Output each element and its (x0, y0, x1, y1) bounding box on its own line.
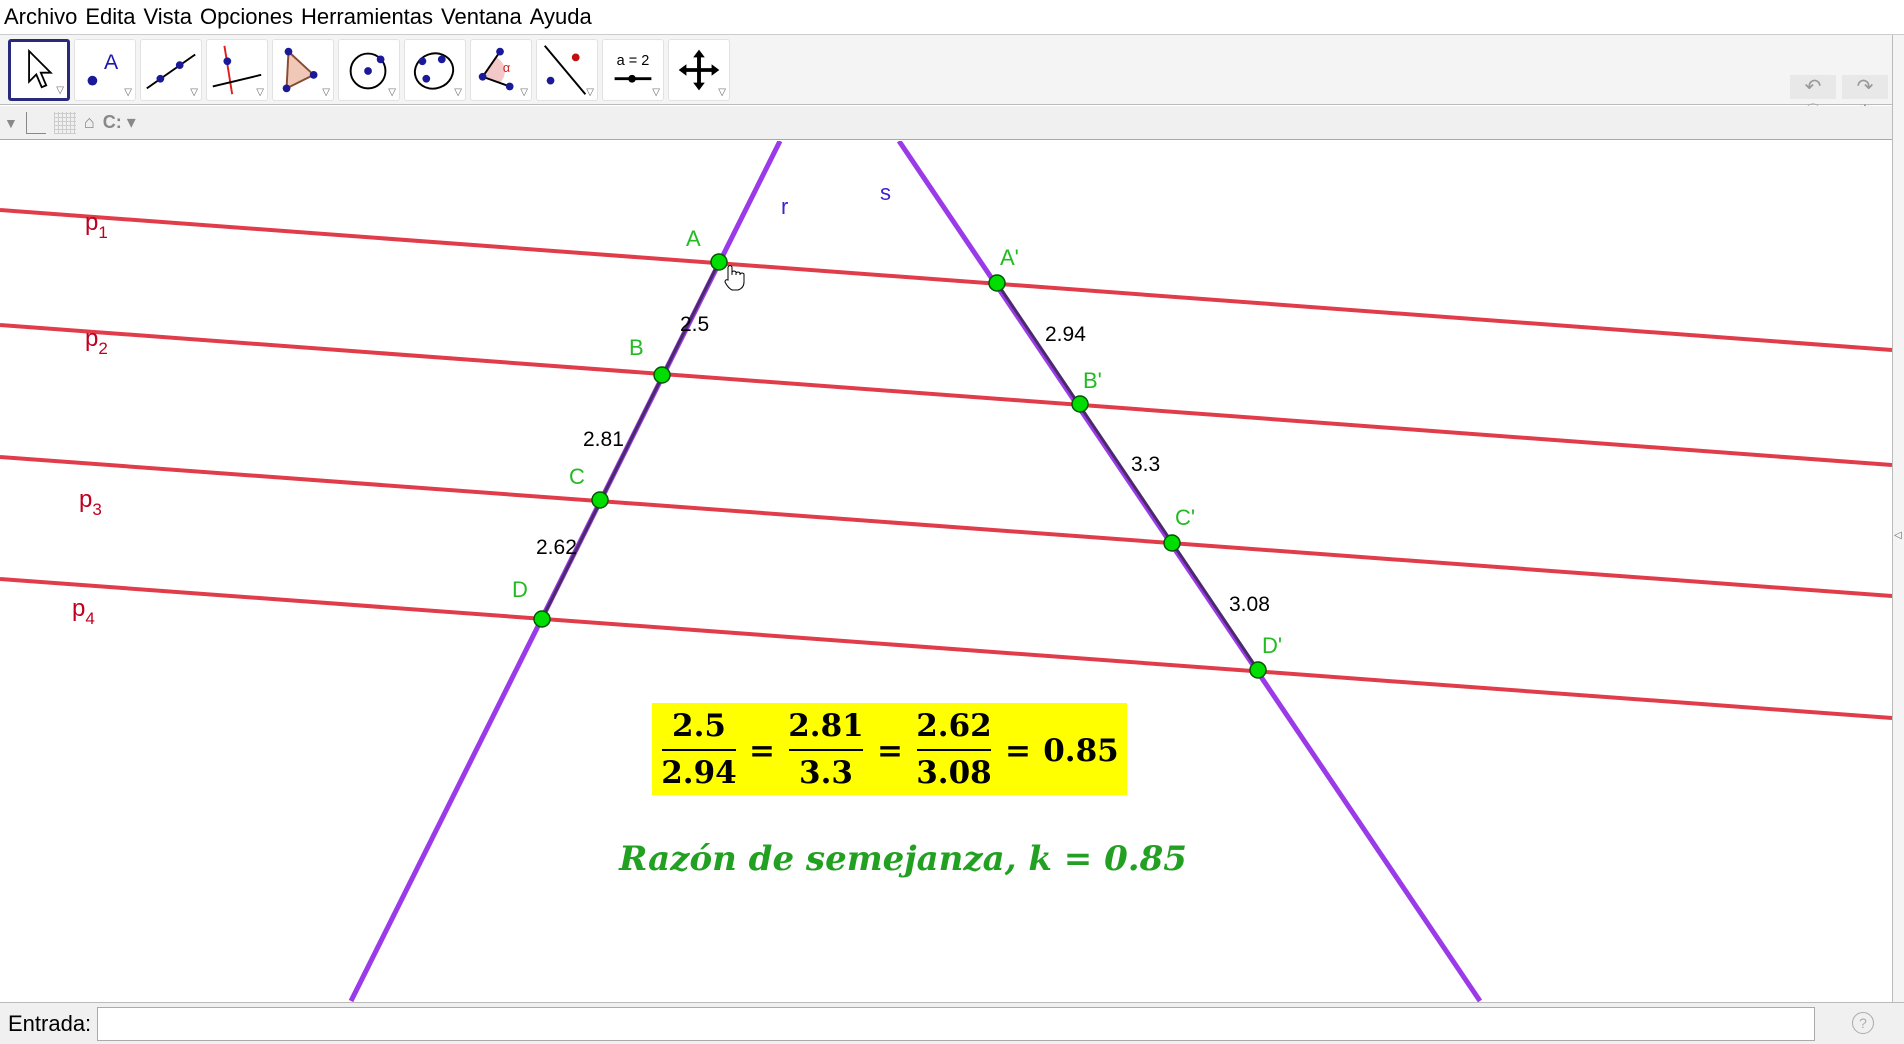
menu-ayuda[interactable]: Ayuda (530, 4, 592, 30)
point-D-prime[interactable] (1249, 661, 1267, 679)
line-label-s: s (880, 180, 891, 205)
parallel-line-p1[interactable] (0, 208, 1892, 352)
svg-text:a = 2: a = 2 (617, 53, 650, 69)
segment-label-BC: 2.81 (583, 428, 624, 451)
point-C[interactable] (591, 491, 609, 509)
segment-label-A'B': 2.94 (1045, 323, 1086, 346)
polygon-tool-button[interactable]: ▽ (272, 39, 334, 101)
parallel-line-p2[interactable] (0, 323, 1892, 467)
menu-vista[interactable]: Vista (144, 4, 193, 30)
redo-icon: ↷ (1856, 76, 1874, 98)
circle-tool-button[interactable]: ▽ (338, 39, 400, 101)
denominator-2: 3.3 (799, 755, 853, 791)
svg-text:α: α (503, 61, 510, 75)
line-tool-button[interactable]: ▽ (140, 39, 202, 101)
segment-label-AB: 2.5 (680, 313, 709, 336)
denominator-3: 3.08 (916, 755, 992, 791)
perpendicular-tool-button[interactable]: ▽ (206, 39, 268, 101)
menu-bar: Archivo Edita Vista Opciones Herramienta… (0, 0, 1904, 35)
conic-tool-button[interactable]: ▽ (404, 39, 466, 101)
similarity-ratio-caption[interactable]: Razón de semejanza, k = 0.85 (618, 839, 1187, 879)
point-A-prime[interactable] (988, 274, 1006, 292)
parallel-label-p1: p1 (85, 209, 108, 242)
point-label-D-prime: D' (1262, 633, 1282, 658)
point-D[interactable] (533, 610, 551, 628)
equals-2: = (877, 733, 903, 769)
point-label-B: B (629, 335, 644, 360)
geometry-canvas[interactable]: r s p1 p2 p3 p4 A B C D A' B' C' D' 2.5 … (0, 141, 1892, 1002)
point-capture-dropdown[interactable]: C: ▾ (103, 112, 136, 133)
equals-3: = (1005, 733, 1031, 769)
point-label-C: C (569, 464, 585, 489)
svg-text:A: A (104, 50, 119, 74)
menu-ventana[interactable]: Ventana (441, 4, 522, 30)
input-label: Entrada: (8, 1010, 92, 1036)
graphics-view[interactable]: r s p1 p2 p3 p4 A B C D A' B' C' D' 2.5 … (0, 141, 1892, 1002)
line-label-r: r (781, 194, 788, 219)
segment-label-B'C': 3.3 (1131, 453, 1160, 476)
parallel-line-p3[interactable] (0, 455, 1892, 598)
toolbar: ▽ A▽ ▽ ▽ ▽ ▽ ▽ α▽ ▽ a = 2▽ ▽ ↶ ↷ ⓘ ⚙ (0, 35, 1904, 124)
numerator-1: 2.5 (672, 708, 726, 744)
undo-icon: ↶ (1804, 76, 1822, 98)
chevron-left-icon: ◁ (1894, 530, 1902, 541)
input-field[interactable] (97, 1006, 1816, 1041)
reflect-tool-button[interactable]: ▽ (536, 39, 598, 101)
menu-herramientas[interactable]: Herramientas (301, 4, 433, 30)
parallel-line-p4[interactable] (0, 577, 1892, 720)
equals-1: = (749, 733, 775, 769)
side-panel-toggle[interactable]: ◁ (1892, 35, 1904, 1002)
input-bar: Entrada: ? (0, 1002, 1904, 1044)
move-tool-button[interactable]: ▽ (8, 39, 70, 101)
parallel-label-p4: p4 (72, 595, 95, 628)
toggle-stylebar-icon[interactable]: ▼ (4, 115, 18, 131)
menu-edita[interactable]: Edita (85, 4, 135, 30)
ratio-formula[interactable]: 2.5 2.94 = 2.81 3.3 = 2.62 3.08 = 0.85 (652, 703, 1127, 795)
parallel-label-p3: p3 (79, 486, 102, 519)
point-C-prime[interactable] (1163, 534, 1181, 552)
menu-opciones[interactable]: Opciones (200, 4, 293, 30)
segment-label-CD: 2.62 (536, 536, 577, 559)
ratio-result: 0.85 (1043, 733, 1119, 769)
point-label-B-prime: B' (1083, 368, 1102, 393)
point-B-prime[interactable] (1071, 395, 1089, 413)
parallel-lines (0, 208, 1892, 720)
angle-tool-button[interactable]: α ▽ (470, 39, 532, 101)
slider-tool-button[interactable]: a = 2 ▽ (602, 39, 664, 101)
hand-cursor-icon (724, 265, 745, 291)
segment-A'D'[interactable] (995, 282, 1260, 671)
point-label-A: A (686, 226, 701, 251)
parallel-label-p2: p2 (85, 325, 108, 358)
home-icon[interactable]: ⌂ (84, 112, 95, 133)
point-label-C-prime: C' (1175, 505, 1195, 530)
numerator-2: 2.81 (788, 708, 864, 744)
point-B[interactable] (653, 366, 671, 384)
menu-archivo[interactable]: Archivo (4, 4, 77, 30)
style-bar: ▼ ⌂ C: ▾ (0, 106, 1904, 140)
redo-button[interactable]: ↷ (1842, 75, 1888, 99)
point-tool-button[interactable]: A ▽ (74, 39, 136, 101)
denominator-1: 2.94 (661, 755, 737, 791)
axes-toggle-icon[interactable] (25, 111, 46, 134)
numerator-3: 2.62 (916, 708, 992, 744)
move-view-tool-button[interactable]: ▽ (668, 39, 730, 101)
grid-toggle-icon[interactable] (53, 111, 76, 134)
point-A[interactable] (710, 253, 728, 271)
point-label-D: D (512, 577, 528, 602)
point-label-A-prime: A' (1000, 245, 1019, 270)
undo-button[interactable]: ↶ (1790, 75, 1836, 99)
segment-label-C'D': 3.08 (1229, 593, 1270, 616)
input-help-icon[interactable]: ? (1852, 1012, 1874, 1034)
